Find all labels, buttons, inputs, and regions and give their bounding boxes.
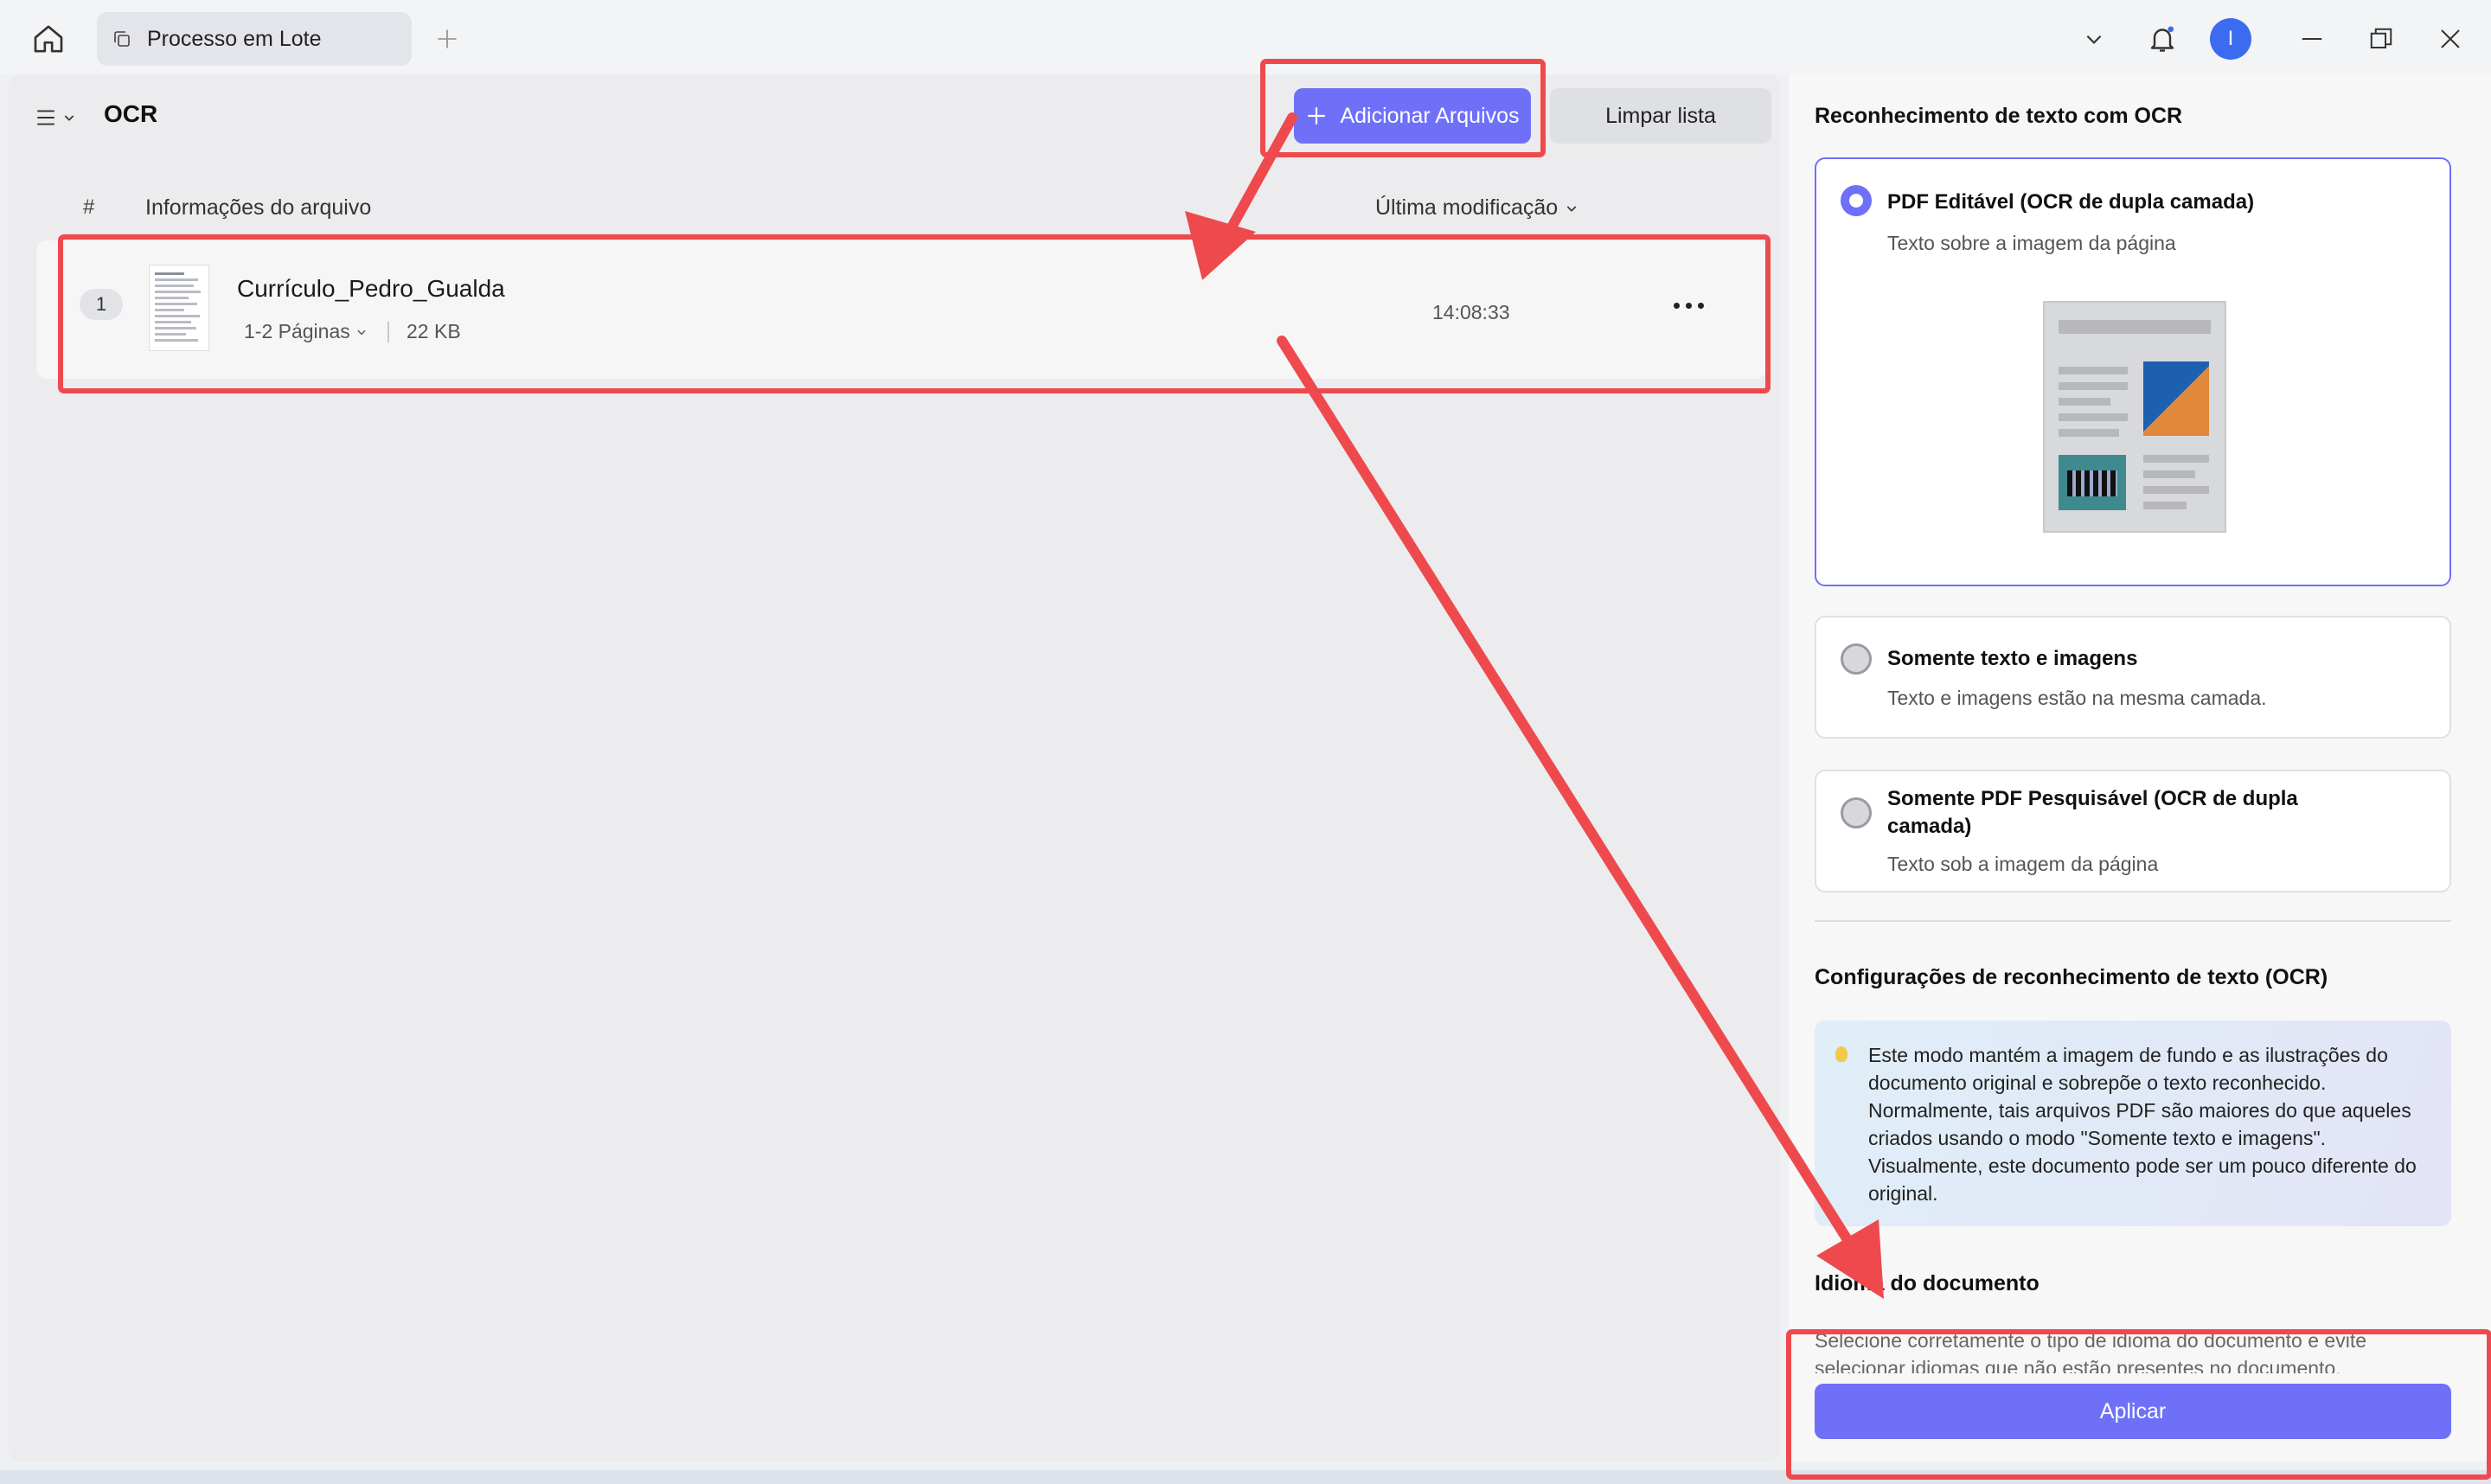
page-range-dropdown[interactable]: 1-2 Páginas [244,320,368,343]
chevron-down-icon [2086,35,2102,44]
option-text-and-images[interactable]: Somente texto e imagens Texto e imagens … [1815,616,2451,739]
plus-icon [438,29,457,48]
info-text: Este modo mantém a imagem de fundo e as … [1868,1044,2417,1205]
info-box: Este modo mantém a imagem de fundo e as … [1815,1020,2451,1226]
bell-icon [2150,26,2174,52]
column-header-modified-label: Última modificação [1375,195,1559,220]
clear-list-button[interactable]: Limpar lista [1550,88,1771,144]
add-files-label: Adicionar Arquivos [1340,103,1520,128]
more-dot-icon [1685,302,1692,309]
apply-button[interactable]: Aplicar [1815,1384,2451,1439]
lightbulb-icon [1835,1046,1847,1062]
menu-button[interactable] [35,99,85,137]
file-modified-time: 14:08:33 [1432,301,1510,323]
new-tab-button[interactable] [429,21,465,57]
section-title-language: Idioma do documento [1815,1271,2040,1295]
close-button[interactable] [2429,16,2472,62]
file-size: 22 KB [407,320,461,342]
option-title: Somente texto e imagens [1887,647,2138,670]
option-title: PDF Editável (OCR de dupla camada) [1887,190,2255,214]
chevron-down-icon [357,329,366,335]
row-number: 1 [80,289,123,320]
option-editable-pdf[interactable]: PDF Editável (OCR de dupla camada) Texto… [1815,157,2451,586]
radio-editable-pdf[interactable] [1841,185,1872,216]
option-searchable-pdf[interactable]: Somente PDF Pesquisável (OCR de dupla ca… [1815,770,2451,892]
chevron-down-icon [64,115,74,121]
section-title-ocr: Reconhecimento de texto com OCR [1815,104,2183,128]
radio-text-and-images[interactable] [1841,643,1872,675]
more-dot-icon [1673,302,1680,309]
divider [1815,920,2451,922]
option-description: Texto sob a imagem da página [1887,853,2159,875]
page-title: OCR [104,100,158,127]
page-range-label: 1-2 Páginas [244,320,350,342]
more-options-button[interactable] [1662,292,1714,318]
minimize-button[interactable] [2290,16,2334,62]
radio-searchable-pdf[interactable] [1841,797,1872,828]
divider [387,322,389,342]
add-files-button[interactable]: Adicionar Arquivos [1294,88,1531,144]
option-description: Texto e imagens estão na mesma camada. [1887,687,2267,709]
restore-icon [2370,28,2392,48]
menu-icon [37,110,54,125]
home-icon [34,25,63,53]
file-name: Currículo_Pedro_Gualda [237,275,505,302]
language-description: Selecione corretamente o tipo de idioma … [1815,1329,2367,1373]
more-dot-icon [1697,302,1704,309]
layer-preview-image [2043,301,2226,533]
file-thumbnail [149,265,209,351]
home-button[interactable] [26,17,71,61]
chevron-down-icon [1566,205,1577,212]
dropdown-button[interactable] [2072,16,2116,62]
plus-icon [1308,107,1326,125]
minimize-icon [2302,38,2322,40]
column-header-modified[interactable]: Última modificação [1375,195,1578,221]
table-row[interactable]: 1 Currículo_Pedro_Gualda 1-2 Páginas 22 … [36,240,1766,379]
tab-label: Processo em Lote [147,26,322,51]
file-list-panel: OCR Adicionar Arquivos Limpar lista # In… [9,74,1780,1462]
notifications-button[interactable] [2140,16,2185,62]
option-title: Somente PDF Pesquisável (OCR de dupla ca… [1887,787,2298,838]
tab-batch-process[interactable]: Processo em Lote [97,12,412,66]
bottom-strip [0,1470,2491,1484]
copy-icon [109,26,135,52]
column-header-number: # [83,195,95,219]
option-description: Texto sobre a imagem da página [1887,232,2176,254]
ocr-settings-panel: Reconhecimento de texto com OCR PDF Edit… [1789,74,2491,1462]
title-bar: Processo em Lote I [0,0,2491,74]
close-icon [2441,29,2460,48]
section-title-settings: Configurações de reconhecimento de texto… [1815,965,2328,989]
restore-button[interactable] [2360,16,2403,62]
column-header-info: Informações do arquivo [145,195,372,220]
avatar[interactable]: I [2210,18,2251,60]
